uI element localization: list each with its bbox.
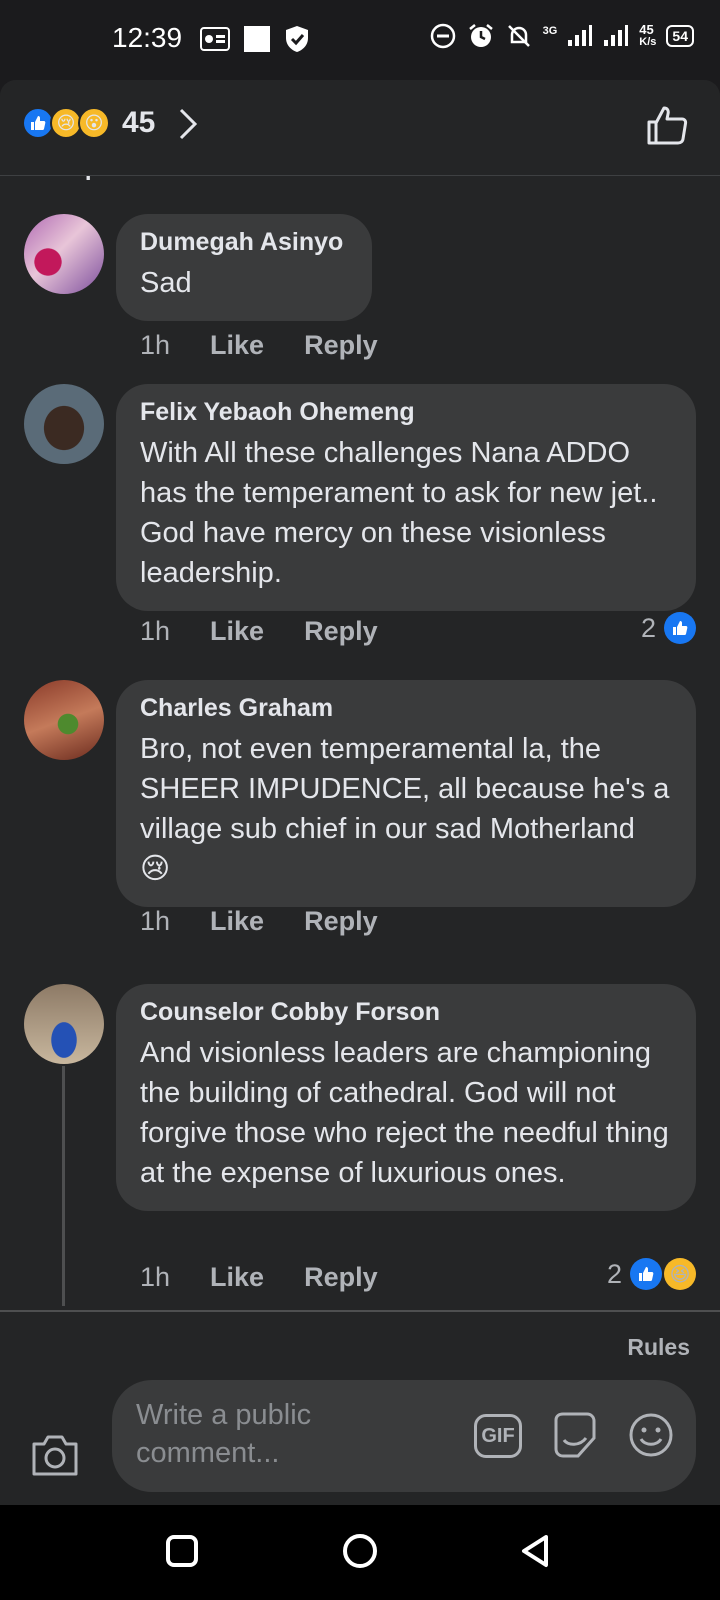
sticker-icon[interactable] [550, 1410, 600, 1460]
comment-author[interactable]: Charles Graham [140, 694, 672, 723]
battery-indicator: 54 [666, 25, 694, 47]
thread-line [62, 1066, 65, 1306]
reactions-summary[interactable]: 😢 😮 45 [22, 106, 155, 140]
comment-input-placeholder: Write a public comment... [136, 1399, 312, 1469]
status-time: 12:39 [112, 22, 183, 53]
like-button[interactable]: Like [210, 616, 264, 647]
status-bar: 12:39 3G 45 K/s 54 [0, 0, 720, 80]
net-speed-unit: K/s [639, 36, 657, 48]
net-speed-value: 45 [639, 22, 654, 37]
avatar[interactable] [24, 384, 104, 464]
avatar[interactable] [24, 984, 104, 1064]
comment-time: 1h [140, 330, 171, 360]
reply-button[interactable]: Reply [304, 1262, 378, 1293]
comment-meta: 1h Like Reply [140, 906, 378, 937]
comment-meta: 1h Like Reply [140, 330, 378, 361]
comment-time: 1h [140, 616, 171, 646]
comment-text: With All these challenges Nana ADDO has … [140, 437, 658, 589]
comment-bubble[interactable]: Felix Yebaoh Ohemeng With All these chal… [116, 384, 696, 611]
dnd-icon [430, 23, 455, 49]
camera-icon[interactable] [30, 1432, 80, 1478]
net-speed: 45 K/s [639, 23, 656, 49]
comment-input[interactable]: Write a public comment... GIF [112, 1380, 696, 1492]
system-nav-bar [0, 1505, 720, 1600]
comment-bubble[interactable]: Counselor Cobby Forson And visionless le… [116, 984, 696, 1211]
reaction-count: 2 [606, 1258, 622, 1289]
chevron-right-icon[interactable] [176, 106, 200, 142]
comment-author[interactable]: Counselor Cobby Forson [140, 998, 672, 1027]
reply-button[interactable]: Reply [304, 906, 378, 937]
comment-text: Sad [140, 267, 192, 299]
reaction-count: 45 [122, 106, 156, 139]
like-reaction-icon [664, 612, 696, 644]
avatar[interactable] [24, 680, 104, 760]
comment-time: 1h [140, 1262, 171, 1292]
comment-reactions[interactable]: 2 [641, 612, 696, 644]
signal-icon-1 [568, 25, 593, 46]
status-right-icons: 3G 45 K/s 54 [429, 22, 694, 50]
shield-icon [286, 26, 308, 52]
rules-link[interactable]: Rules [627, 1334, 690, 1361]
reaction-count: 2 [640, 612, 656, 643]
wow-reaction-icon: 😮 [78, 107, 110, 139]
haha-reaction-icon: 😆 [664, 1258, 696, 1290]
signal-icon-2 [604, 25, 629, 46]
home-icon[interactable] [340, 1533, 380, 1573]
reply-button[interactable]: Reply [304, 330, 378, 361]
emoji-icon[interactable] [626, 1410, 676, 1460]
like-post-icon[interactable] [646, 104, 688, 146]
comment-bubble[interactable]: Charles Graham Bro, not even temperament… [116, 680, 696, 907]
reply-button[interactable]: Reply [304, 616, 378, 647]
comment-time: 1h [140, 906, 171, 936]
avatar[interactable] [24, 214, 104, 294]
square-icon [244, 26, 270, 52]
comment-meta: 1h Like Reply [140, 1262, 378, 1293]
footer-divider [0, 1310, 720, 1312]
comment-text: And visionless leaders are championing t… [140, 1037, 669, 1189]
comment-bubble[interactable]: Dumegah Asinyo Sad [116, 214, 372, 321]
comment-meta: 1h Like Reply [140, 616, 378, 647]
network-type: 3G [542, 25, 558, 37]
like-button[interactable]: Like [210, 330, 264, 361]
like-button[interactable]: Like [210, 906, 264, 937]
sheet-header: 😢 😮 45 [0, 80, 720, 176]
comment-reactions[interactable]: 2 😆 [607, 1258, 696, 1290]
back-icon[interactable] [518, 1533, 554, 1569]
like-reaction-icon [630, 1258, 662, 1290]
recents-icon[interactable] [164, 1533, 200, 1569]
comment-author[interactable]: Felix Yebaoh Ohemeng [140, 398, 672, 427]
alarm-icon [468, 24, 493, 47]
comment-author[interactable]: Dumegah Asinyo [140, 228, 348, 257]
muted-bell-icon [507, 25, 530, 47]
gif-icon[interactable]: GIF [474, 1414, 522, 1458]
notification-card-icon [200, 27, 230, 51]
status-left-icons [200, 24, 310, 54]
comment-text: Bro, not even temperamental la, the SHEE… [140, 733, 670, 885]
like-button[interactable]: Like [210, 1262, 264, 1293]
